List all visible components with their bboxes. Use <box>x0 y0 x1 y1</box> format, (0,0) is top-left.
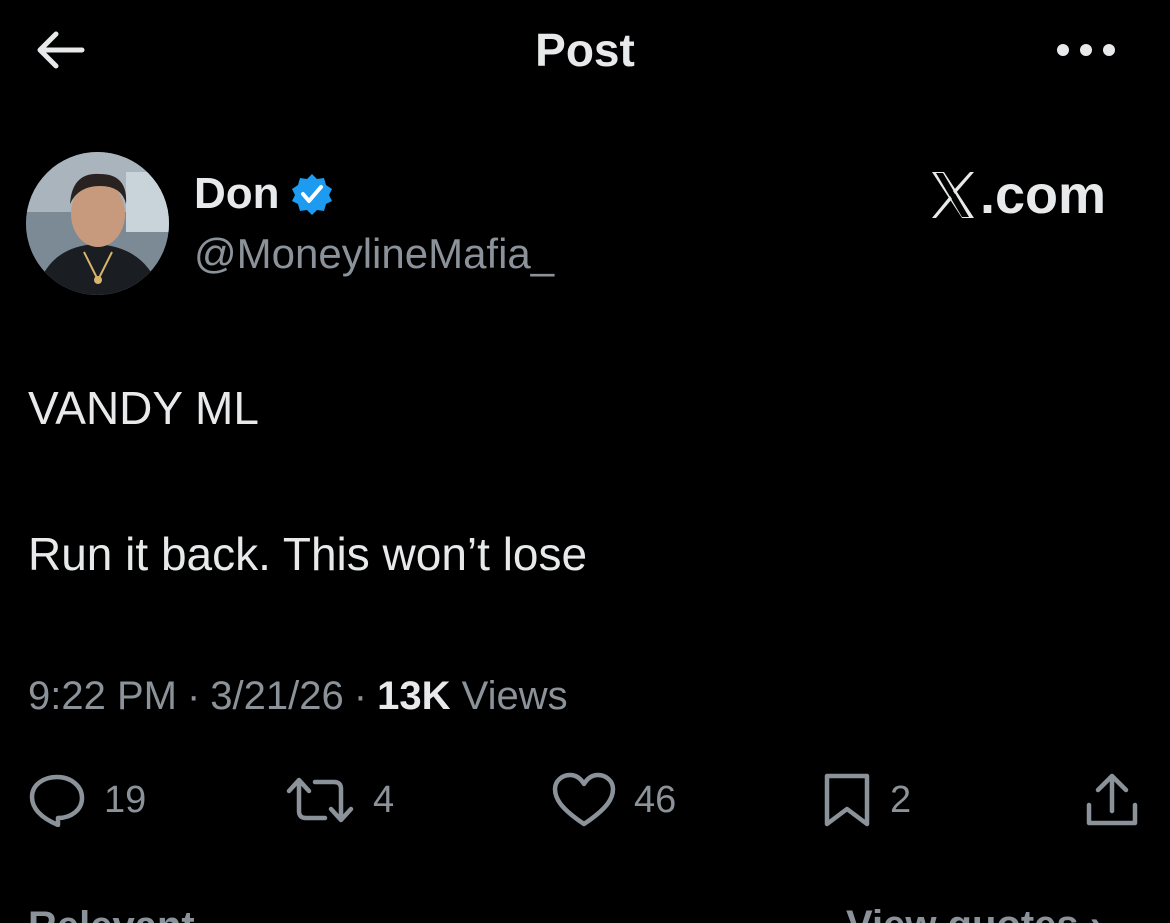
brand-watermark: .com <box>928 165 1106 225</box>
replies-toolbar: Relevant ⌄ View quotes › <box>0 895 1170 923</box>
like-icon <box>552 772 616 827</box>
views-count[interactable]: 13K <box>377 674 450 718</box>
more-options-button[interactable] <box>1050 22 1122 78</box>
page-title: Post <box>535 24 635 76</box>
x-logo-icon <box>928 169 978 221</box>
top-bar: Post <box>0 0 1170 100</box>
bookmark-icon <box>824 773 870 827</box>
post-meta: 9:22 PM · 3/21/26 · 13K Views <box>28 668 568 724</box>
repost-count: 4 <box>373 779 395 821</box>
post-text-line-1: VANDY ML <box>28 382 259 434</box>
author-name-row: Don <box>194 166 334 222</box>
back-button[interactable] <box>30 22 90 78</box>
bookmark-button[interactable]: 2 <box>822 770 911 830</box>
like-button[interactable]: 46 <box>552 770 676 830</box>
avatar[interactable] <box>26 152 169 295</box>
post-text-line-2: Run it back. This won’t lose <box>28 528 588 580</box>
meta-separator: · <box>353 674 368 718</box>
repost-icon <box>286 777 354 823</box>
like-count: 46 <box>634 779 677 821</box>
share-button[interactable] <box>1084 770 1140 830</box>
more-dots-icon <box>1057 44 1115 56</box>
brand-watermark-text: .com <box>980 165 1107 225</box>
avatar-image <box>26 152 169 295</box>
post-date[interactable]: 3/21/26 <box>210 674 343 718</box>
author-handle[interactable]: @MoneylineMafia_ <box>194 226 554 282</box>
view-quotes-link[interactable]: View quotes › <box>846 903 1103 923</box>
verified-badge-icon[interactable] <box>290 172 334 216</box>
post-time[interactable]: 9:22 PM <box>28 674 177 718</box>
back-arrow-icon <box>37 31 85 69</box>
views-label[interactable]: Views <box>462 674 568 718</box>
reply-count: 19 <box>104 779 147 821</box>
repost-button[interactable]: 4 <box>285 770 394 830</box>
sort-relevant-dropdown[interactable]: Relevant ⌄ <box>28 903 239 923</box>
bookmark-count: 2 <box>890 779 912 821</box>
share-icon <box>1086 773 1138 826</box>
reply-icon <box>29 774 85 827</box>
reply-button[interactable]: 19 <box>28 770 146 830</box>
meta-separator: · <box>186 674 201 718</box>
author-name[interactable]: Don <box>194 166 280 222</box>
